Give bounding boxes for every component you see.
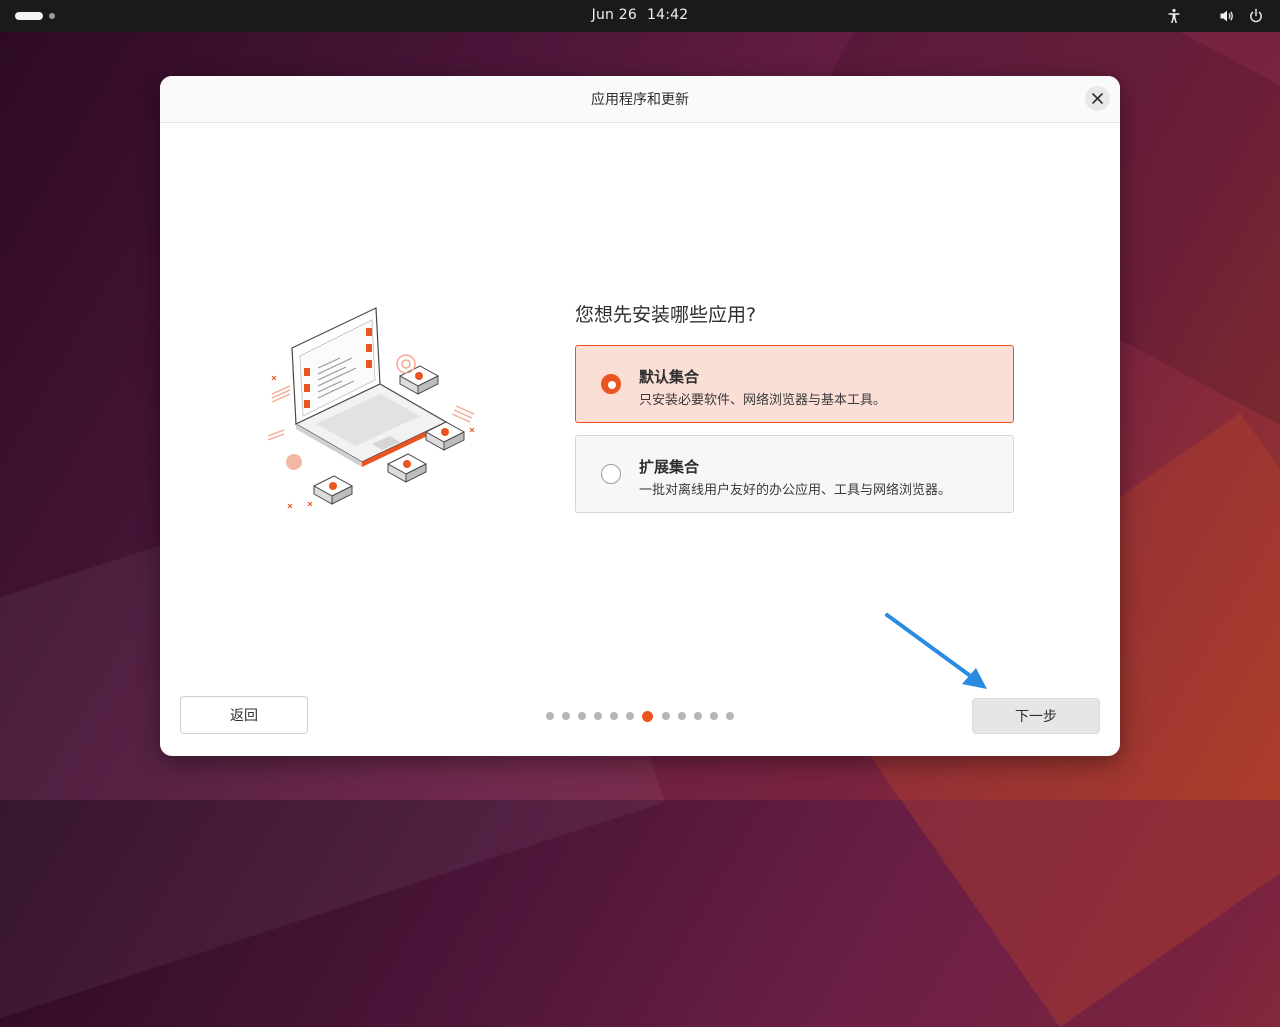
- progress-dot: [710, 712, 718, 720]
- progress-dot: [662, 712, 670, 720]
- progress-dot: [626, 712, 634, 720]
- question-heading: 您想先安装哪些应用?: [575, 304, 757, 326]
- close-icon: [1092, 93, 1103, 104]
- progress-dot: [678, 712, 686, 720]
- annotation-arrow-icon: [885, 613, 987, 689]
- progress-dot: [610, 712, 618, 720]
- progress-dot: [726, 712, 734, 720]
- app-tile: [386, 453, 428, 483]
- app-tile: [398, 365, 440, 395]
- laptop-apps-illustration: [267, 307, 475, 509]
- next-button[interactable]: 下一步: [972, 698, 1100, 734]
- clock-time: 14:42: [646, 7, 689, 23]
- progress-dot: [546, 712, 554, 720]
- window-title: 应用程序和更新: [591, 92, 689, 108]
- clock-date: Jun 26: [591, 7, 637, 23]
- window-header: 应用程序和更新: [160, 76, 1120, 123]
- radio-button-selected[interactable]: [601, 374, 621, 394]
- option-description: 只安装必要软件、网络浏览器与基本工具。: [639, 393, 887, 408]
- clock[interactable]: Jun 26 14:42: [0, 0, 1280, 32]
- volume-icon[interactable]: [1219, 8, 1235, 24]
- back-button[interactable]: 返回: [180, 696, 308, 734]
- power-icon[interactable]: [1248, 8, 1264, 24]
- option-description: 一批对离线用户友好的办公应用、工具与网络浏览器。: [639, 483, 952, 498]
- close-button[interactable]: [1085, 86, 1110, 111]
- option-extended-selection[interactable]: 扩展集合 一批对离线用户友好的办公应用、工具与网络浏览器。: [575, 435, 1014, 513]
- progress-dot: [562, 712, 570, 720]
- top-bar: Jun 26 14:42: [0, 0, 1280, 32]
- radio-button[interactable]: [601, 464, 621, 484]
- progress-dot: [594, 712, 602, 720]
- option-title: 扩展集合: [639, 458, 700, 476]
- accessibility-icon[interactable]: [1166, 8, 1182, 24]
- progress-dot: [578, 712, 586, 720]
- progress-dot-active: [642, 711, 653, 722]
- option-title: 默认集合: [639, 368, 700, 386]
- app-tile: [312, 475, 354, 505]
- option-default-selection[interactable]: 默认集合 只安装必要软件、网络浏览器与基本工具。: [575, 345, 1014, 423]
- progress-dot: [694, 712, 702, 720]
